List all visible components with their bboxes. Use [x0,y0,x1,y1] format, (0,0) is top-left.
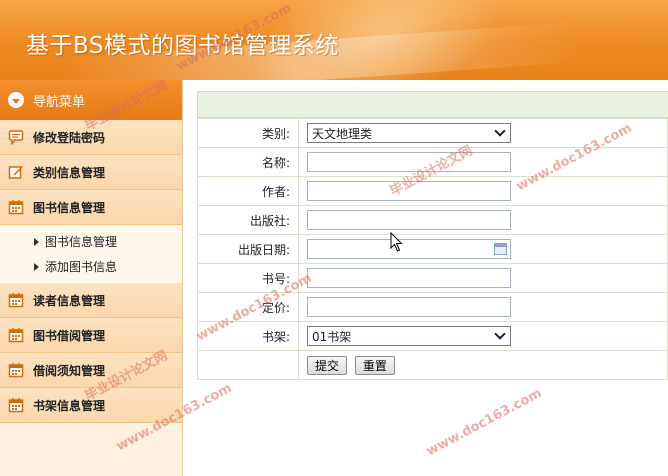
book-form: 类别: 天文地理类 名称: 作者: 出版社: 出版日期: 书号: 定价: 书架:… [197,118,668,380]
mouse-pointer-icon [390,232,403,252]
submit-button[interactable]: 提交 [307,355,348,375]
caret-right-icon [34,237,39,246]
shelf-select-value: 01书架 [312,329,352,344]
form-row-actions: 提交 重置 [197,350,668,380]
shelf-select[interactable]: 01书架 [307,326,511,346]
isbn-input[interactable] [307,268,511,288]
category-label: 类别: [197,118,299,148]
name-label: 名称: [197,147,299,177]
calendar-icon [8,200,24,215]
sidebar-item-label: 类别信息管理 [33,165,106,180]
price-input[interactable] [307,297,511,317]
publisher-label: 出版社: [197,205,299,235]
sidebar-item-borrow-rules[interactable]: 借阅须知管理 [0,353,182,388]
sidebar-item-label: 图书信息管理 [33,200,106,215]
watermark-site: www.doc163.com [423,385,545,460]
pubdate-input[interactable] [307,239,511,259]
sidebar-item-readers[interactable]: 读者信息管理 [0,283,182,318]
pubdate-label: 出版日期: [197,234,299,264]
calendar-icon[interactable] [494,243,507,255]
nav-menu-title: 导航菜单 [33,94,86,110]
sidebar: 导航菜单 修改登陆密码 类别信息管理 图书信息管理 图书信息管理 添加图书信息 … [0,80,183,476]
main-content: 类别: 天文地理类 名称: 作者: 出版社: 出版日期: 书号: 定价: 书架:… [197,91,668,380]
sidebar-item-change-password[interactable]: 修改登陆密码 [0,120,182,155]
sidebar-item-books[interactable]: 图书信息管理 [0,190,182,225]
form-row-name: 名称: [197,147,668,177]
submenu-item-add-book[interactable]: 添加图书信息 [0,254,182,279]
chevron-down-icon [494,328,506,340]
sidebar-item-label: 读者信息管理 [33,293,106,308]
app-title: 基于BS模式的图书馆管理系统 [26,33,339,59]
sidebar-item-label: 书架信息管理 [33,398,106,413]
category-select-value: 天文地理类 [312,126,373,141]
shelf-label: 书架: [197,321,299,351]
price-label: 定价: [197,292,299,322]
form-row-price: 定价: [197,292,668,322]
form-row-category: 类别: 天文地理类 [197,118,668,148]
name-input[interactable] [307,152,511,172]
sidebar-item-label: 借阅须知管理 [33,363,106,378]
submenu-item-book-list[interactable]: 图书信息管理 [0,229,182,254]
calendar-icon [8,398,24,413]
sidebar-item-borrowing[interactable]: 图书借阅管理 [0,318,182,353]
edit-icon [8,166,23,179]
sidebar-item-shelves[interactable]: 书架信息管理 [0,388,182,423]
reset-button[interactable]: 重置 [354,355,395,375]
chevron-down-icon [8,92,24,108]
nav-menu-header[interactable]: 导航菜单 [0,80,182,120]
chat-icon [8,130,24,145]
publisher-input[interactable] [307,210,511,230]
caret-right-icon [34,262,39,271]
form-row-author: 作者: [197,176,668,206]
books-submenu: 图书信息管理 添加图书信息 [0,225,182,283]
form-row-publisher: 出版社: [197,205,668,235]
isbn-label: 书号: [197,263,299,293]
calendar-icon [8,328,24,343]
submenu-item-label: 添加图书信息 [45,260,118,274]
calendar-icon [8,293,24,308]
sidebar-item-category[interactable]: 类别信息管理 [0,155,182,190]
submenu-item-label: 图书信息管理 [45,235,118,249]
author-label: 作者: [197,176,299,206]
app-header: 基于BS模式的图书馆管理系统 [0,0,668,80]
form-header-band [197,91,668,118]
chevron-down-icon [494,125,506,137]
category-select[interactable]: 天文地理类 [307,123,511,143]
sidebar-item-label: 修改登陆密码 [33,130,106,145]
form-row-shelf: 书架: 01书架 [197,321,668,351]
form-row-pubdate: 出版日期: [197,234,668,264]
form-row-isbn: 书号: [197,263,668,293]
calendar-icon [8,363,24,378]
author-input[interactable] [307,181,511,201]
sidebar-item-label: 图书借阅管理 [33,328,106,343]
